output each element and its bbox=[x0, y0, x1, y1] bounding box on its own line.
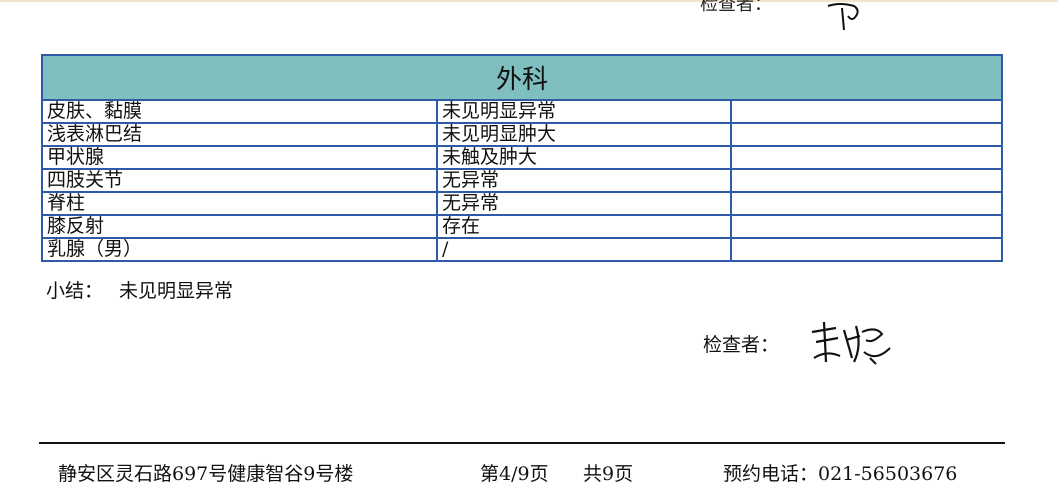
table-row: 脊柱 无异常 bbox=[43, 191, 1003, 216]
table-row: 乳腺（男） / bbox=[43, 237, 1003, 260]
exam-result-cell: 未见明显肿大 bbox=[436, 122, 732, 147]
footer-rule bbox=[39, 442, 1005, 444]
summary: 小结： 未见明显异常 bbox=[46, 276, 233, 303]
exam-note-cell bbox=[730, 237, 1003, 260]
exam-result-cell: / bbox=[436, 237, 732, 260]
inspector-label: 检查者： bbox=[703, 334, 780, 356]
exam-note-cell bbox=[730, 122, 1003, 147]
table-row: 膝反射 存在 bbox=[43, 214, 1003, 239]
exam-item-cell: 皮肤、黏膜 bbox=[43, 101, 438, 124]
previous-page-inspector-label: 检查者： bbox=[700, 0, 772, 15]
exam-note-cell bbox=[730, 145, 1003, 170]
inspector-signature bbox=[811, 321, 891, 365]
summary-label: 小结： bbox=[46, 280, 104, 302]
exam-item-cell: 浅表淋巴结 bbox=[43, 122, 438, 147]
exam-note-cell bbox=[730, 214, 1003, 239]
exam-result-cell: 未见明显异常 bbox=[436, 101, 732, 124]
table-row: 四肢关节 无异常 bbox=[43, 168, 1003, 193]
exam-results-grid: 皮肤、黏膜 未见明显异常 浅表淋巴结 未见明显肿大 甲状腺 未触及肿大 四肢关节 无异常 脊柱无… bbox=[43, 101, 1003, 260]
top-strip bbox=[0, 0, 1058, 2]
exam-note-cell bbox=[730, 168, 1003, 193]
exam-item-cell: 膝反射 bbox=[43, 214, 438, 239]
summary-value: 未见明显异常 bbox=[119, 280, 234, 302]
exam-item-cell: 乳腺（男） bbox=[43, 237, 438, 260]
exam-note-cell bbox=[730, 191, 1003, 216]
exam-item-cell: 甲状腺 bbox=[43, 145, 438, 170]
surgery-exam-table: 外科 皮肤、黏膜 未见明显异常 浅表淋巴结 未见明显肿大 甲状腺 未触及肿大 四肢关节 无异常… bbox=[41, 54, 1003, 262]
table-row: 甲状腺 未触及肿大 bbox=[43, 145, 1003, 170]
table-row: 浅表淋巴结 未见明显肿大 bbox=[43, 122, 1003, 147]
footer-address: 静安区灵石路697号健康智谷9号楼 bbox=[58, 463, 354, 485]
exam-result-cell: 无异常 bbox=[436, 191, 732, 216]
exam-item-cell: 脊柱 bbox=[43, 191, 438, 216]
section-title: 外科 bbox=[43, 56, 1001, 101]
table-row: 皮肤、黏膜 未见明显异常 bbox=[43, 101, 1003, 124]
previous-page-signature bbox=[827, 3, 859, 31]
exam-item-cell: 四肢关节 bbox=[43, 168, 438, 193]
exam-result-cell: 未触及肿大 bbox=[436, 145, 732, 170]
exam-note-cell bbox=[730, 101, 1003, 124]
exam-result-cell: 存在 bbox=[436, 214, 732, 239]
exam-result-cell: 无异常 bbox=[436, 168, 732, 193]
footer-phone: 预约电话：021-56503676 bbox=[723, 463, 958, 485]
footer-total-pages: 共9页 bbox=[583, 463, 634, 485]
footer-page-number: 第4/9页 bbox=[480, 463, 549, 485]
